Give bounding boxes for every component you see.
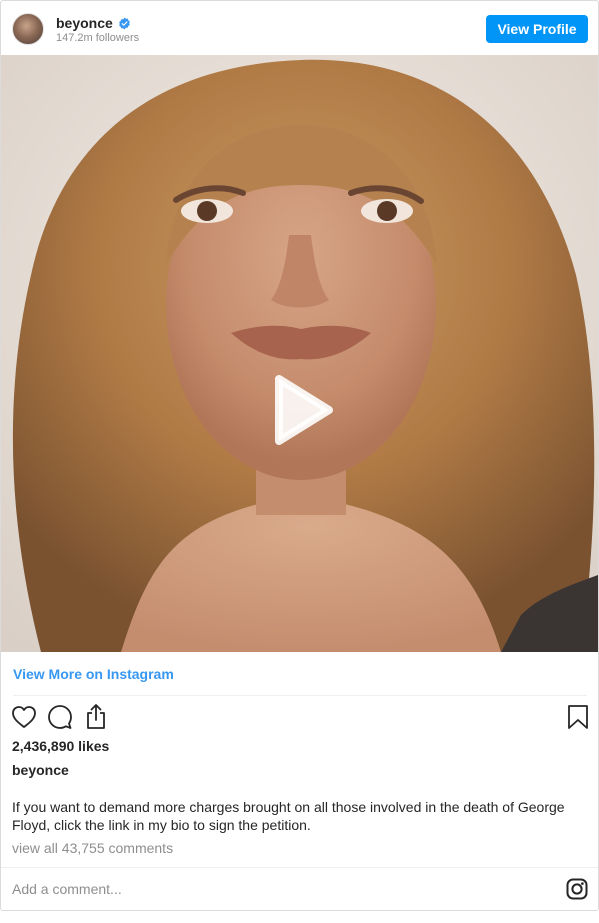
- heart-icon[interactable]: [11, 704, 37, 730]
- post-header: beyonce 147.2m followers View Profile: [1, 1, 598, 55]
- view-profile-button[interactable]: View Profile: [486, 15, 588, 43]
- video-frame-image: [1, 55, 598, 652]
- play-button-icon[interactable]: [261, 371, 339, 449]
- like-count: 2,436,890 likes: [12, 738, 110, 754]
- username-row: beyonce: [56, 14, 131, 32]
- add-comment-input[interactable]: Add a comment...: [12, 881, 122, 897]
- caption-username[interactable]: beyonce: [12, 762, 69, 778]
- divider: [1, 867, 598, 868]
- divider: [13, 695, 587, 696]
- view-comments-link[interactable]: view all 43,755 comments: [12, 840, 173, 856]
- follower-count: 147.2m followers: [56, 32, 140, 44]
- comment-icon[interactable]: [47, 704, 73, 730]
- share-icon[interactable]: [83, 703, 109, 730]
- avatar[interactable]: [12, 13, 44, 45]
- instagram-embed-card: beyonce 147.2m followers View Profile Vi…: [0, 0, 599, 911]
- username[interactable]: beyonce: [56, 15, 113, 31]
- bookmark-icon[interactable]: [567, 704, 589, 730]
- instagram-icon[interactable]: [566, 878, 588, 900]
- caption-text: If you want to demand more charges broug…: [12, 799, 565, 833]
- post-video[interactable]: [1, 55, 598, 652]
- view-more-link[interactable]: View More on Instagram: [13, 666, 174, 682]
- verified-badge-icon: [119, 17, 130, 29]
